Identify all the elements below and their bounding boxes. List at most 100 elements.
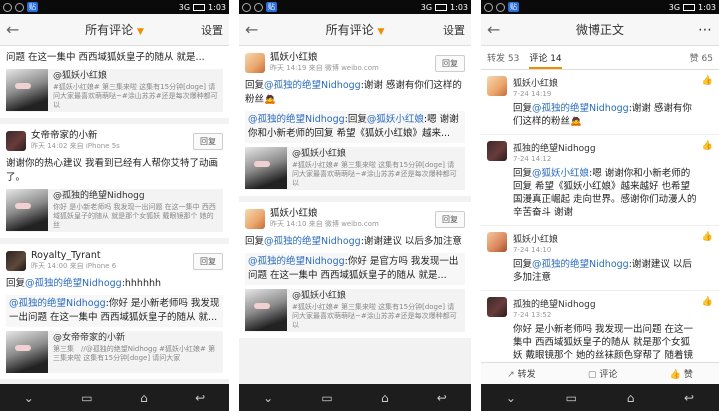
- mention-link[interactable]: @孤独的绝望Nidhogg: [264, 80, 361, 91]
- mention-link[interactable]: @孤独的绝望Nidhogg: [532, 103, 629, 114]
- comment-list: 问题 在这一集中 西西域狐妖皇子的随从 就是... @狐妖小红娘 #狐妖小红娘#…: [0, 46, 229, 384]
- comment-card[interactable]: Royalty_Tyrant 昨天 14:00 来自 iPhone 6 回复 回…: [0, 244, 229, 379]
- comment-icon: ▢: [587, 370, 597, 380]
- forward-button[interactable]: ↗ 转发: [507, 367, 536, 380]
- chevron-down-icon[interactable]: ⌄: [506, 391, 516, 405]
- comment-button[interactable]: ▢ 评论: [588, 367, 618, 380]
- reply-button[interactable]: 回复: [435, 210, 465, 228]
- comment-card[interactable]: 狐妖小红娘 昨天 14:19 来自 微博 weibo.com 回复 回复@孤独的…: [239, 46, 471, 196]
- app-bar: ← 微博正文 ⋯: [481, 14, 719, 46]
- back-icon[interactable]: ←: [6, 20, 30, 39]
- like-icon[interactable]: 👍: [699, 232, 713, 284]
- comment-item[interactable]: 狐妖小红娘 7-24 14:19 回复@孤独的绝望Nidhogg:谢谢 感谢有你…: [481, 70, 719, 135]
- back-icon[interactable]: ←: [245, 20, 269, 39]
- tab-forward[interactable]: 转发 53: [487, 51, 519, 64]
- comment-text: 回复@狐妖小红娘:嗯 谢谢你和小新老师的回复 希望《狐妖小红娘》越来越好 也希望…: [513, 168, 697, 218]
- avatar[interactable]: [487, 297, 507, 317]
- quoted-post[interactable]: @狐妖小红娘 #狐妖小红娘# 第三集来啦 这集有15分钟[doge] 请问大家最…: [245, 147, 465, 190]
- reply-button[interactable]: 回复: [193, 252, 223, 270]
- reply-button[interactable]: 回复: [193, 132, 223, 150]
- comment-card[interactable]: 女帝帝家的小新 昨天 14:02 来自 iPhone 5s 回复 谢谢你的热心建…: [0, 124, 229, 238]
- avatar[interactable]: [245, 53, 265, 73]
- chevron-down-icon[interactable]: ⌄: [263, 391, 273, 405]
- quoted-author: @狐妖小红娘: [292, 149, 347, 159]
- avatar[interactable]: [487, 141, 507, 161]
- comment-card[interactable]: 狐妖小红娘 昨天 14:10 来自 微博 weibo.com 回复 回复@孤独的…: [239, 202, 471, 338]
- quoted-post[interactable]: @狐妖小红娘 #狐妖小红娘# 第三集来啦 这集有15分钟[doge] 请问大家最…: [6, 69, 223, 112]
- notification-icon: [496, 2, 505, 12]
- username[interactable]: 女帝帝家的小新: [31, 130, 193, 141]
- back-nav-icon[interactable]: ↩: [195, 391, 205, 405]
- reply-button[interactable]: 回复: [435, 54, 465, 72]
- quoted-author: @狐妖小红娘: [292, 291, 347, 301]
- more-icon[interactable]: ⋯: [698, 22, 713, 38]
- battery-icon: [683, 3, 696, 11]
- mention-link[interactable]: @狐妖小红娘: [532, 168, 589, 179]
- quoted-text: #狐妖小红娘# 第三集来啦 这集有15分钟[doge] 请问大家最喜欢萌萌哒~#…: [292, 161, 457, 187]
- screens: 贴 3G 1:03 ← 所有评论 ▼ 设置 问题 在这一集中 西西域狐妖皇子的随…: [0, 0, 719, 411]
- recent-apps-icon[interactable]: ▭: [566, 391, 577, 405]
- avatar[interactable]: [487, 232, 507, 252]
- like-icon[interactable]: 👍: [699, 76, 713, 128]
- like-icon[interactable]: 👍: [699, 297, 713, 362]
- settings-button[interactable]: 设置: [443, 22, 465, 38]
- back-nav-icon[interactable]: ↩: [437, 391, 447, 405]
- like-icon[interactable]: 👍: [699, 141, 713, 219]
- comment-time: 7-24 14:12: [513, 155, 552, 163]
- avatar[interactable]: [6, 131, 26, 151]
- quoted-post[interactable]: @孤独的绝望Nidhogg 你好 是小新老师吗 我发现一出问题 在这一集中 西西…: [6, 189, 223, 232]
- mention-link[interactable]: @孤独的绝望Nidhogg: [532, 259, 629, 270]
- home-icon[interactable]: ⌂: [381, 391, 389, 405]
- detail-tabs: 转发 53 评论 14 赞 65: [481, 46, 719, 70]
- chevron-down-icon[interactable]: ⌄: [24, 391, 34, 405]
- app-bar: ← 所有评论 ▼ 设置: [239, 14, 471, 46]
- username[interactable]: 孤独的绝望Nidhogg: [513, 141, 699, 154]
- comment-meta: 昨天 14:00 来自 iPhone 6: [31, 262, 117, 270]
- battery-icon: [193, 3, 206, 11]
- page-title[interactable]: 所有评论 ▼: [239, 21, 471, 38]
- quoted-text: #狐妖小红娘# 第三集来啦 这集有15分钟[doge] 请问大家最喜欢萌萌哒~#…: [53, 83, 218, 109]
- quoted-post[interactable]: @狐妖小红娘 #狐妖小红娘# 第三集来啦 这集有15分钟[doge] 请问大家最…: [245, 289, 465, 332]
- avatar[interactable]: [245, 209, 265, 229]
- comment-item[interactable]: 狐妖小红娘 7-24 14:10 回复@孤独的绝望Nidhogg:谢谢建议 以后…: [481, 226, 719, 291]
- comment-item[interactable]: 孤独的绝望Nidhogg 7-24 13:52 你好 是小新老师吗 我发现一出问…: [481, 291, 719, 362]
- back-icon[interactable]: ←: [487, 20, 511, 39]
- mention-link[interactable]: @孤独的绝望Nidhogg: [248, 256, 345, 267]
- username[interactable]: 狐妖小红娘: [270, 208, 435, 219]
- network-label: 3G: [668, 2, 681, 12]
- mention-link[interactable]: @孤独的绝望Nidhogg: [248, 114, 345, 125]
- recent-apps-icon[interactable]: ▭: [321, 391, 332, 405]
- screen-weibo-detail: 贴 3G 1:03 ← 微博正文 ⋯ 转发 53 评论 14 赞 65 狐妖小红…: [481, 0, 719, 411]
- username[interactable]: 狐妖小红娘: [270, 52, 435, 63]
- home-icon[interactable]: ⌂: [140, 391, 148, 405]
- back-nav-icon[interactable]: ↩: [684, 391, 694, 405]
- comment-card[interactable]: 问题 在这一集中 西西域狐妖皇子的随从 就是... @狐妖小红娘 #狐妖小红娘#…: [0, 46, 229, 118]
- notification-icon: [254, 2, 263, 12]
- comment-item[interactable]: 孤独的绝望Nidhogg 7-24 14:12 回复@狐妖小红娘:嗯 谢谢你和小…: [481, 135, 719, 226]
- username[interactable]: Royalty_Tyrant: [31, 250, 193, 261]
- avatar[interactable]: [487, 76, 507, 96]
- tab-likes[interactable]: 赞 65: [690, 51, 713, 64]
- status-bar: 贴 3G 1:03: [481, 0, 719, 14]
- page-title[interactable]: 所有评论 ▼: [0, 21, 229, 38]
- username[interactable]: 狐妖小红娘: [513, 76, 699, 89]
- recent-apps-icon[interactable]: ▭: [81, 391, 92, 405]
- tieba-badge: 贴: [27, 2, 38, 12]
- home-icon[interactable]: ⌂: [627, 391, 635, 405]
- mention-link[interactable]: @孤独的绝望Nidhogg: [9, 298, 106, 309]
- comment-time: 7-24 14:10: [513, 246, 552, 254]
- settings-button[interactable]: 设置: [201, 22, 223, 38]
- quoted-text: 第三集 //@孤独的绝望Nidhogg #狐妖小红娘# 第三集来啦 这集有15分…: [53, 345, 216, 362]
- mention-link[interactable]: @孤独的绝望Nidhogg: [264, 236, 361, 247]
- mention-link[interactable]: @狐妖小红娘: [367, 114, 424, 125]
- quoted-post[interactable]: @女帝帝家的小新 第三集 //@孤独的绝望Nidhogg #狐妖小红娘# 第三集…: [6, 331, 223, 373]
- username[interactable]: 狐妖小红娘: [513, 232, 699, 245]
- avatar[interactable]: [6, 251, 26, 271]
- status-bar: 贴 3G 1:03: [239, 0, 471, 14]
- tab-comment[interactable]: 评论 14: [529, 51, 562, 69]
- mention-link[interactable]: @孤独的绝望Nidhogg: [25, 278, 122, 289]
- username[interactable]: 孤独的绝望Nidhogg: [513, 297, 699, 310]
- like-button[interactable]: 👍 赞: [670, 367, 693, 380]
- network-label: 3G: [420, 2, 433, 12]
- post-thumbnail: [6, 331, 48, 373]
